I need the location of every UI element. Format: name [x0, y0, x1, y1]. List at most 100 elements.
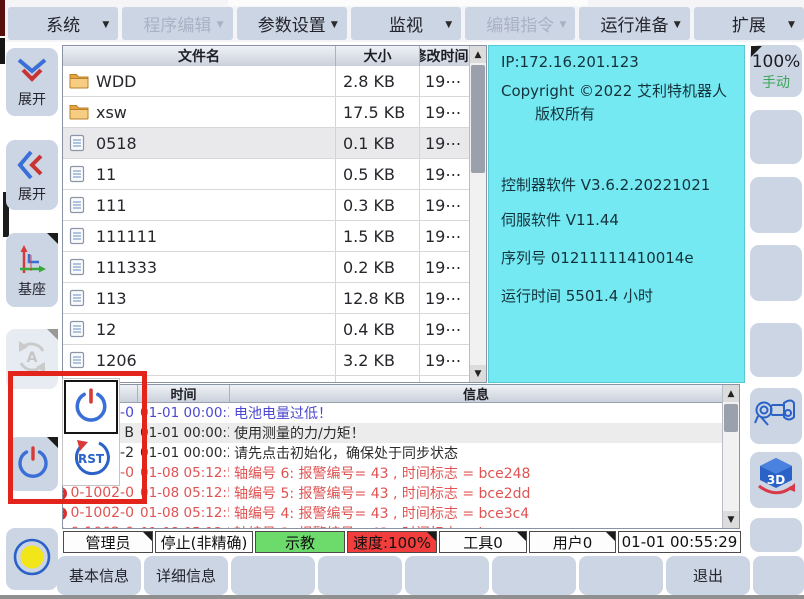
menu-run-preparation[interactable]: 运行准备▼	[579, 7, 689, 40]
file-row[interactable]: 110.5 KB19⋯	[63, 159, 471, 190]
file-scrollbar-thumb[interactable]	[471, 65, 485, 173]
file-name: 12	[96, 320, 116, 339]
log-row[interactable]: B01-01 00:00:30使用测量的力/力矩！	[63, 423, 722, 443]
file-time: 19⋯	[419, 345, 471, 375]
file-row[interactable]: 05180.1 KB19⋯	[63, 128, 471, 159]
log-row[interactable]: 9-201-01 00:00:27请先点击初始化，确保处于同步状态	[63, 443, 722, 463]
window-edge-fragment	[228, 0, 588, 6]
expand-down-button[interactable]: 展开	[6, 48, 58, 116]
file-name: 0518	[96, 134, 137, 153]
menu-label: 监视	[389, 11, 423, 36]
file-row[interactable]: 11312.8 KB19⋯	[63, 283, 471, 314]
log-time: 01-08 05:12:52	[137, 485, 229, 501]
file-row[interactable]: 1111111.5 KB19⋯	[63, 221, 471, 252]
file-time: 19⋯	[419, 252, 471, 282]
expand-left-button[interactable]: 展开	[6, 140, 58, 210]
chevron-down-icon: ▼	[674, 20, 681, 30]
log-row[interactable]: ✕0-1002-001-08 05:12:52轴编号 4: 报警编号= 43 ,…	[63, 503, 722, 523]
speed-indicator[interactable]: 速度:100%	[347, 531, 437, 553]
right-sidebar-empty-button-2[interactable]	[750, 177, 802, 233]
tab-exit[interactable]: 退出	[666, 556, 750, 595]
column-header-filename[interactable]: 文件名	[63, 46, 335, 66]
file-size: 0.2 KB	[335, 252, 419, 282]
scroll-up-icon[interactable]: ▲	[470, 46, 486, 63]
cube-3d-icon: 3D	[753, 456, 799, 504]
file-row[interactable]: 1110.3 KB19⋯	[63, 190, 471, 221]
status-lamp-button[interactable]	[6, 528, 58, 590]
dropdown-corner-mark	[606, 532, 615, 541]
file-icon	[69, 351, 89, 369]
yellow-lamp-icon	[11, 536, 53, 582]
tool-indicator[interactable]: 工具0	[439, 531, 527, 553]
user-frame-indicator[interactable]: 用户0	[529, 531, 616, 553]
file-size: 0.5 KB	[335, 159, 419, 189]
file-name: 111333	[96, 258, 157, 277]
file-row[interactable]: 120.4 KB19⋯	[63, 314, 471, 345]
log-row[interactable]: 02-001-08 05:12:52轴编号 6: 报警编号= 43 , 时间标志…	[63, 463, 722, 483]
tab-empty-5[interactable]	[579, 556, 663, 595]
file-table: 文件名 大小 修改时间 WDD2.8 KB19⋯ xsw 17.5 KB 19⋯ 051…	[62, 45, 487, 383]
menu-system[interactable]: 系统▼	[8, 7, 118, 40]
menu-monitor[interactable]: 监视▼	[351, 7, 461, 40]
tab-empty-6[interactable]	[753, 556, 804, 595]
scroll-down-icon[interactable]: ▼	[470, 365, 486, 382]
view-3d-button[interactable]: 3D	[750, 452, 802, 508]
menu-label: 扩展	[732, 11, 766, 36]
log-table-body: -001-01 00:00:30电池电量过低！B01-01 00:00:30使用…	[63, 403, 722, 529]
log-time: 01-01 00:00:27	[137, 445, 229, 461]
robot-gripper-icon	[753, 395, 799, 437]
teach-pendant-button[interactable]	[750, 388, 802, 444]
log-row[interactable]: ✕0-1002-001-08 05:12:52轴编号 3: 报警编号= 43 ,…	[63, 523, 722, 529]
log-time: 01-01 00:00:30	[137, 425, 229, 441]
role-indicator[interactable]: 管理员	[63, 531, 153, 553]
window-edge-fragment	[0, 38, 5, 64]
coordinate-axes-icon	[15, 243, 49, 281]
log-panel: 编号 时间 信息 -001-01 00:00:30电池电量过低！B01-01 0…	[62, 384, 740, 529]
menu-program-edit: 程序编辑▼	[122, 7, 232, 40]
file-icon	[69, 258, 89, 276]
file-name: 113	[96, 289, 127, 308]
scroll-down-icon[interactable]: ▼	[723, 511, 739, 528]
file-name: xsw	[96, 103, 127, 122]
file-size: 17.5 KB	[335, 97, 419, 127]
chevron-down-icon: ▼	[788, 20, 795, 30]
file-size: 12.8 KB	[335, 283, 419, 313]
file-row[interactable]: WDD2.8 KB19⋯	[63, 66, 471, 97]
column-header-log-time[interactable]: 时间	[137, 385, 229, 402]
right-sidebar-empty-button-4[interactable]	[750, 323, 802, 377]
tab-empty-4[interactable]	[492, 556, 576, 595]
right-sidebar-empty-button-3[interactable]	[750, 245, 802, 301]
file-row[interactable]: 111333 0.2 KB19⋯	[63, 252, 471, 283]
scroll-up-icon[interactable]: ▲	[723, 385, 739, 402]
log-row[interactable]: ✕0-1002-001-08 05:12:52轴编号 5: 报警编号= 43 ,…	[63, 483, 722, 503]
file-time: 19⋯	[419, 159, 471, 189]
base-frame-button[interactable]: 基座	[6, 233, 58, 307]
log-time: 01-08 05:12:52	[137, 525, 229, 529]
menu-parameter-settings[interactable]: 参数设置▼	[237, 7, 347, 40]
tab-basic-info[interactable]: 基本信息	[57, 556, 141, 595]
tab-empty-2[interactable]	[318, 556, 402, 595]
speed-mode-button[interactable]: 100% 手动	[750, 45, 802, 97]
log-time: 01-08 05:12:52	[137, 505, 229, 521]
menu-extension[interactable]: 扩展 ▼	[694, 7, 804, 40]
teach-mode-indicator: 示教	[255, 531, 345, 553]
file-table-header: 文件名 大小 修改时间	[63, 46, 486, 67]
file-size: 0.1 KB	[335, 128, 419, 158]
right-sidebar-empty-button-5[interactable]	[750, 518, 802, 552]
log-message: 轴编号 4: 报警编号= 43 , 时间标志 = bce3c4	[229, 503, 722, 523]
column-header-log-info[interactable]: 信息	[229, 385, 722, 402]
file-row[interactable]: xsw17.5 KB19⋯	[63, 97, 471, 128]
column-header-modified-time[interactable]: 修改时间	[419, 46, 469, 66]
log-row[interactable]: -001-01 00:00:30电池电量过低！	[63, 403, 722, 423]
log-scrollbar-thumb[interactable]	[724, 404, 738, 432]
file-icon	[69, 196, 89, 214]
tab-empty-1[interactable]	[231, 556, 315, 595]
tab-empty-3[interactable]	[405, 556, 489, 595]
log-time: 01-01 00:00:30	[137, 405, 229, 421]
log-scrollbar[interactable]: ▲ ▼	[722, 385, 739, 528]
column-header-size[interactable]: 大小	[335, 46, 419, 66]
info-panel: IP:172.16.201.123 Copyright ©2022 艾利特机器人…	[488, 45, 745, 383]
right-sidebar-empty-button-1[interactable]	[750, 110, 802, 164]
file-scrollbar[interactable]: ▲ ▼	[469, 46, 486, 382]
tab-detailed-info[interactable]: 详细信息	[144, 556, 228, 595]
